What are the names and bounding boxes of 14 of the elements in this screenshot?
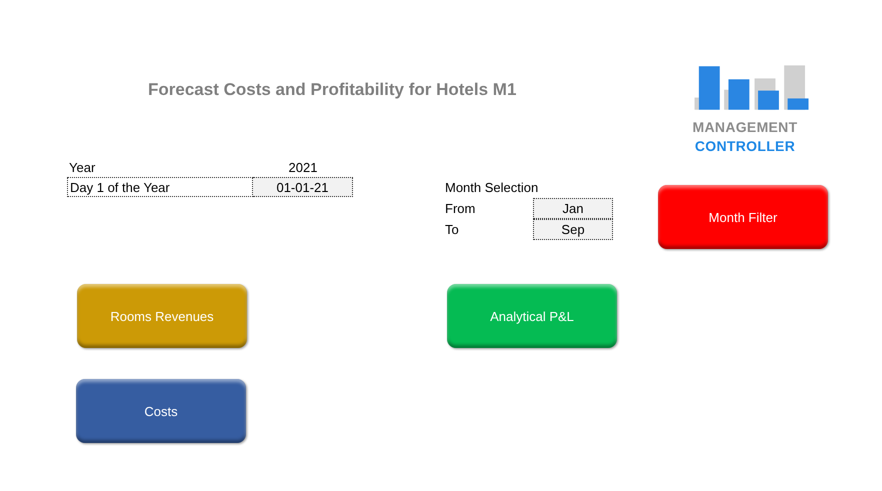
logo-text: CONTROLLER xyxy=(694,138,796,154)
month-field[interactable]: Sep xyxy=(533,219,613,240)
logo-text: MANAGEMENT xyxy=(692,119,798,135)
table-cell: 01-01-21 xyxy=(253,177,353,197)
table-cell-text: Year xyxy=(68,158,96,176)
month-field[interactable]: Jan xyxy=(533,198,613,219)
navigation-button[interactable]: Month Filter xyxy=(658,185,828,249)
table-cell-text: 2021 xyxy=(288,158,318,176)
field-label: From xyxy=(445,200,476,218)
section-label: Month Selection xyxy=(445,179,538,197)
table-cell: Day 1 of the Year xyxy=(67,177,253,197)
report-title: Forecast Costs and Profitability for Hotels M1 xyxy=(148,80,518,100)
field-label: To xyxy=(445,221,460,239)
navigation-button[interactable]: Costs xyxy=(76,379,246,443)
